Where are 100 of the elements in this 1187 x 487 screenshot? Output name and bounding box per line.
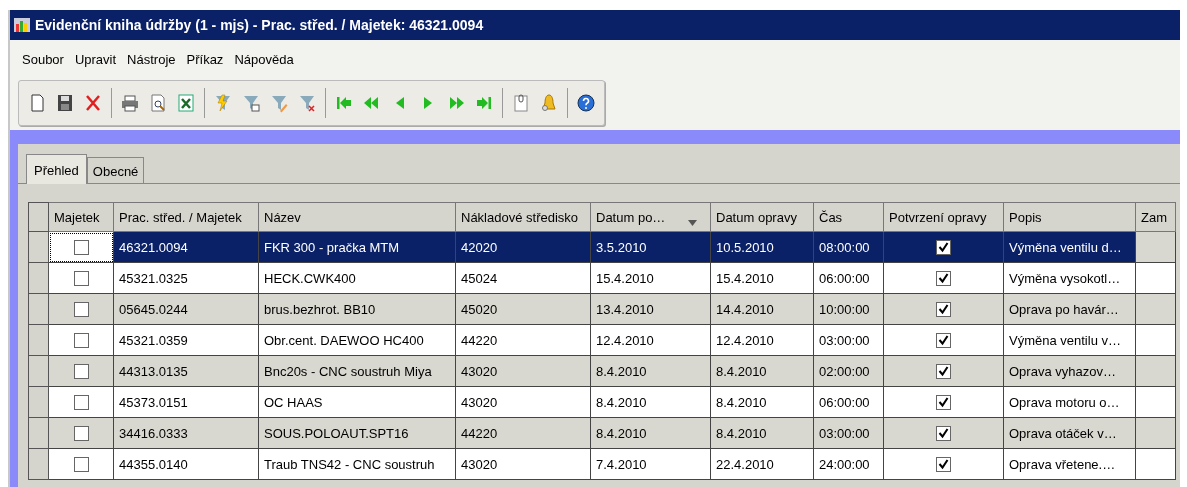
app-icon	[13, 16, 31, 34]
menu-item[interactable]: Příkaz	[186, 51, 233, 67]
table-cell: 45373.0151	[119, 394, 188, 410]
table-cell: 45321.0325	[119, 270, 188, 286]
table-cell: 15.4.2010	[596, 270, 654, 286]
menu-item[interactable]: Nápověda	[234, 51, 303, 67]
checkbox[interactable]	[936, 302, 951, 318]
filter-remove-icon[interactable]	[297, 93, 317, 113]
column-header[interactable]: Prac. střed. / Majetek	[113, 202, 259, 232]
checkbox[interactable]	[936, 333, 951, 349]
row-selector[interactable]	[28, 293, 49, 325]
column-header[interactable]: Datum opravy	[710, 202, 814, 232]
table-cell: 44220	[461, 332, 498, 348]
row-selector[interactable]	[28, 262, 49, 294]
table-cell: Bnc20s - CNC soustruh Miya	[264, 363, 432, 379]
table-cell: 44220	[461, 425, 498, 441]
table-cell: 13.4.2010	[596, 301, 654, 317]
printer-icon[interactable]	[120, 93, 140, 113]
table-cell: 34416.0333	[119, 425, 188, 441]
column-header[interactable]: Datum po…	[590, 202, 711, 232]
column-header[interactable]: Popis	[1003, 202, 1136, 232]
table-cell: Traub TNS42 - CNC soustruh	[264, 456, 435, 472]
clipboard-icon[interactable]	[511, 93, 531, 113]
table-cell: 3.5.2010	[596, 239, 647, 255]
checkbox[interactable]	[73, 240, 89, 256]
table-cell: brus.bezhrot. BB10	[264, 301, 376, 317]
row-selector[interactable]	[28, 324, 49, 356]
row-selector[interactable]	[28, 448, 49, 480]
table-cell: 45321.0359	[119, 332, 188, 348]
checkbox[interactable]	[936, 240, 951, 256]
checkbox[interactable]	[73, 333, 89, 349]
table-cell: 14.4.2010	[716, 301, 774, 317]
table-cell: Obr.cent. DAEWOO HC400	[264, 332, 424, 348]
table-cell: 43020	[461, 363, 498, 379]
bell-icon[interactable]	[539, 93, 559, 113]
table-cell: 8.4.2010	[716, 394, 767, 410]
table-cell: HECK.CWK400	[264, 270, 356, 286]
table-cell: Oprava po havár…	[1009, 301, 1119, 317]
table-cell: 8.4.2010	[596, 394, 647, 410]
filter-grid-icon[interactable]	[241, 93, 261, 113]
table-cell: 08:00:00	[819, 239, 870, 255]
table-cell: 02:00:00	[819, 363, 870, 379]
checkbox[interactable]	[73, 271, 89, 287]
row-selector[interactable]	[28, 355, 49, 387]
tab[interactable]: Přehled	[26, 154, 87, 184]
table-cell: 8.4.2010	[716, 363, 767, 379]
table-cell: 44313.0135	[119, 363, 188, 379]
checkbox[interactable]	[936, 426, 951, 442]
table-cell: 44355.0140	[119, 456, 188, 472]
table-cell: 10:00:00	[819, 301, 870, 317]
table-cell: Výměna ventilu v…	[1009, 332, 1121, 348]
table-cell: 45024	[461, 270, 498, 286]
table-cell: OC HAAS	[264, 394, 323, 410]
table-cell: Oprava otáček v…	[1009, 425, 1117, 441]
table-cell: 06:00:00	[819, 270, 870, 286]
row-selector[interactable]	[28, 417, 49, 449]
column-header[interactable]: Majetek	[48, 202, 114, 232]
checkbox[interactable]	[936, 271, 951, 287]
save-icon[interactable]	[55, 93, 75, 113]
table-cell: 10.5.2010	[716, 239, 774, 255]
checkbox[interactable]	[936, 457, 951, 473]
table-cell: 43020	[461, 456, 498, 472]
checkbox[interactable]	[73, 302, 89, 318]
table-cell: 43020	[461, 394, 498, 410]
table-cell: 42020	[461, 239, 498, 255]
checkbox[interactable]	[73, 395, 89, 411]
menu-item[interactable]: Nástroje	[127, 51, 185, 67]
delete-icon[interactable]	[83, 93, 103, 113]
column-header[interactable]: Čas	[813, 202, 884, 232]
help-icon[interactable]	[576, 93, 596, 113]
table-cell: 03:00:00	[819, 425, 870, 441]
column-header[interactable]: Nákladové středisko	[455, 202, 591, 232]
row-selector[interactable]	[28, 386, 49, 418]
table-cell: SOUS.POLOAUT.SPT16	[264, 425, 409, 441]
table-cell: Oprava vřetene.…	[1009, 456, 1116, 472]
table-cell: 8.4.2010	[596, 363, 647, 379]
checkbox[interactable]	[936, 364, 951, 380]
table-cell: Výměna ventilu d…	[1009, 239, 1122, 255]
checkbox[interactable]	[936, 395, 951, 411]
print-preview-icon[interactable]	[148, 93, 168, 113]
tab[interactable]: Obecné	[86, 157, 145, 183]
table-cell: 8.4.2010	[596, 425, 647, 441]
table-cell: 12.4.2010	[716, 332, 774, 348]
spreadsheet-icon[interactable]	[176, 93, 196, 113]
column-header[interactable]: Potvrzení opravy	[883, 202, 1004, 232]
column-header[interactable]: Název	[258, 202, 456, 232]
checkbox[interactable]	[73, 426, 89, 442]
table-cell: 7.4.2010	[596, 456, 647, 472]
checkbox[interactable]	[73, 457, 89, 473]
table-cell: 12.4.2010	[596, 332, 654, 348]
table-cell: 24:00:00	[819, 456, 870, 472]
table-cell: 15.4.2010	[716, 270, 774, 286]
table-cell: Výměna vysokotl…	[1009, 270, 1121, 286]
menu-item[interactable]: Upravit	[74, 51, 126, 67]
checkbox[interactable]	[73, 364, 89, 380]
table-cell: Oprava vyhazov…	[1009, 363, 1116, 379]
row-selector[interactable]	[28, 231, 49, 263]
column-header[interactable]: Zam	[1135, 202, 1176, 232]
table-cell: 45020	[461, 301, 498, 317]
menu-item[interactable]: Soubor	[22, 51, 73, 67]
